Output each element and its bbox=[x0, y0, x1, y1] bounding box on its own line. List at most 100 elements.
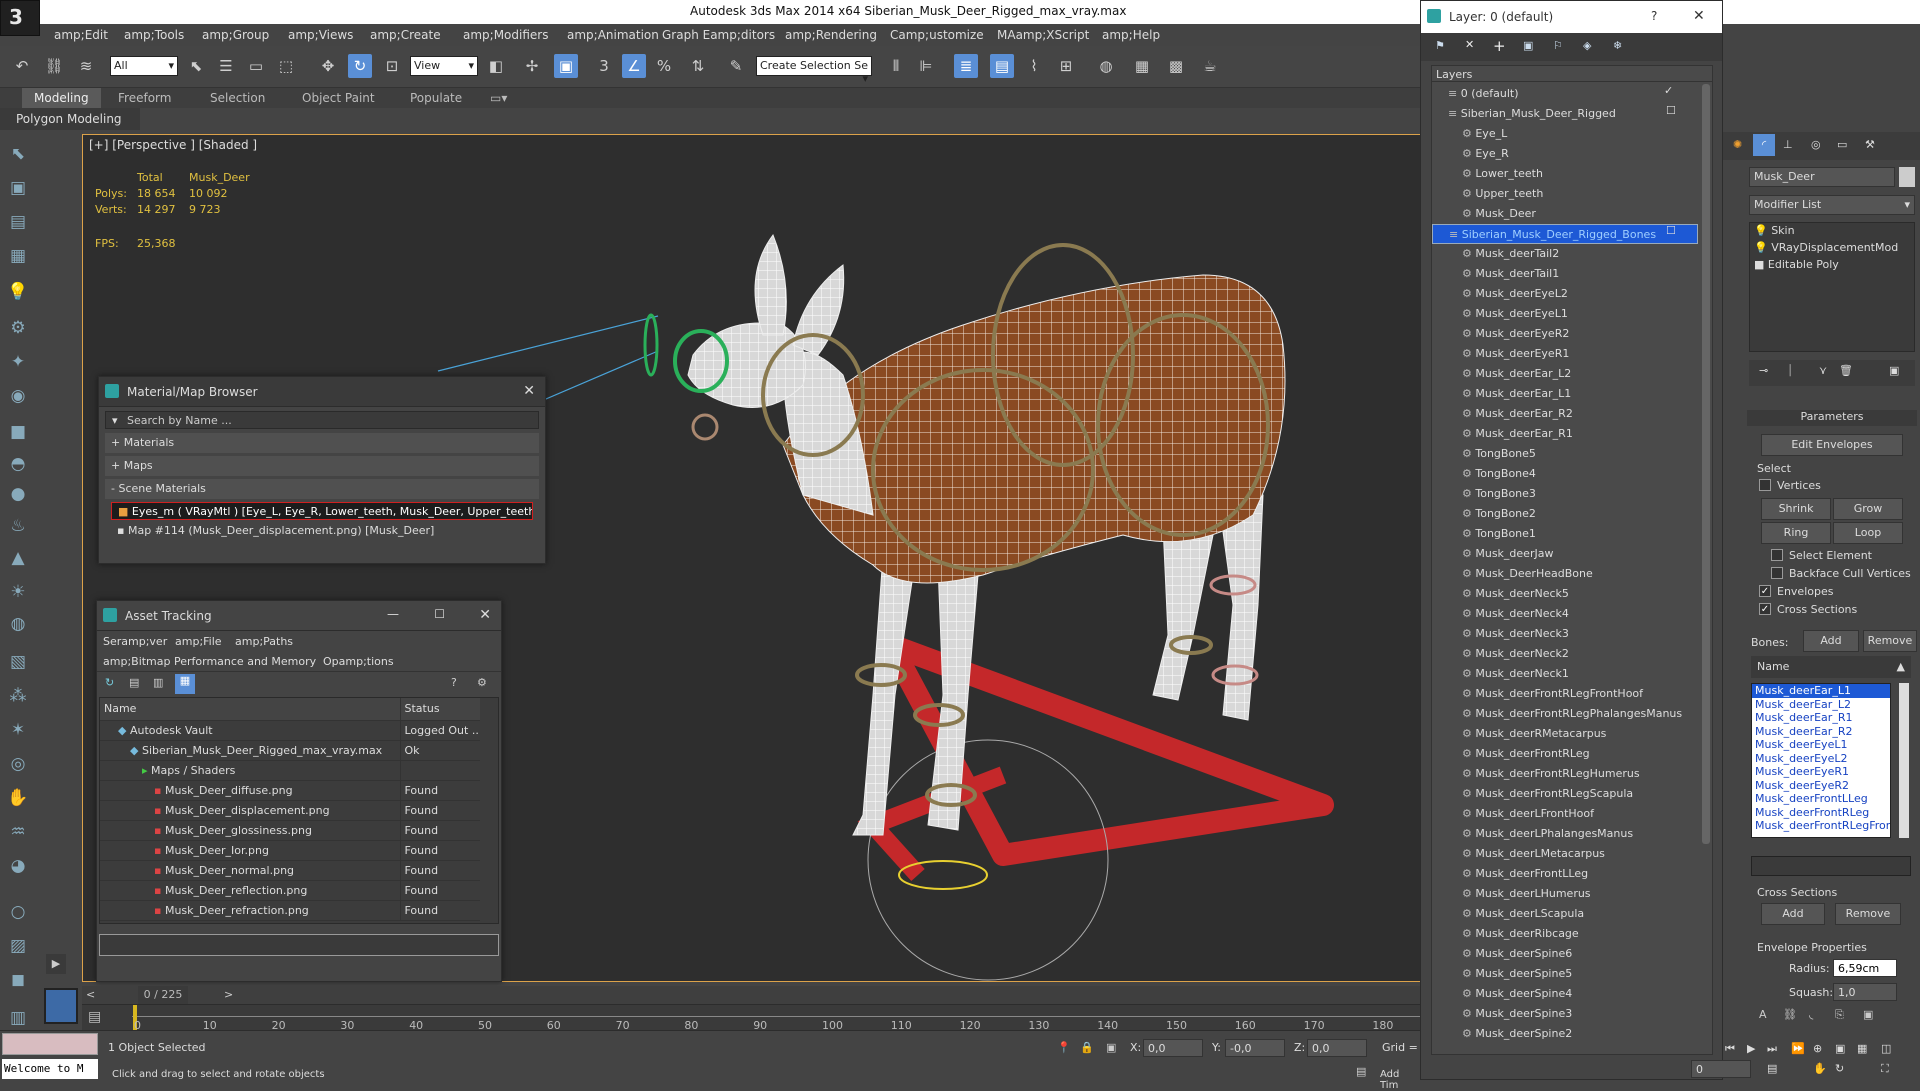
record-tool-icon[interactable]: ◉ bbox=[6, 384, 30, 408]
polygon-modeling-panel[interactable]: Polygon Modeling bbox=[0, 108, 140, 130]
settings-icon[interactable]: ⚙ bbox=[477, 676, 487, 689]
menu-maxscript[interactable]: MAamp;XScript bbox=[997, 28, 1089, 42]
refresh-icon[interactable]: ↻ bbox=[105, 676, 114, 689]
freeze-all-icon[interactable]: ❄ bbox=[1613, 39, 1622, 52]
y-coordinate-field[interactable]: -0,0 bbox=[1225, 1039, 1285, 1057]
rendered-frame-icon[interactable]: ▩ bbox=[1164, 54, 1188, 78]
modifier-list-dropdown[interactable]: Modifier List ▾ bbox=[1749, 195, 1915, 215]
track-bar[interactable]: ▤ 0 10 20 30 40 50 60 70 80 90 100 110 120 130 140 150 1… bbox=[82, 1004, 1428, 1032]
layer-item[interactable]: ⚙ Musk_deerRibcage bbox=[1432, 924, 1698, 944]
bone-filter-field[interactable] bbox=[1751, 856, 1911, 876]
material-search-field[interactable]: ▾ Search by Name ... bbox=[105, 411, 539, 429]
vertices-checkbox[interactable] bbox=[1759, 479, 1771, 491]
tool-b-icon[interactable]: ◼ bbox=[6, 968, 30, 992]
scene-materials-group[interactable]: - Scene Materials bbox=[105, 479, 539, 499]
ref-coord-system[interactable]: View ▾ bbox=[410, 56, 478, 76]
hide-all-icon[interactable]: ◈ bbox=[1583, 39, 1591, 52]
layer-item[interactable]: ⚙ Musk_deerTail2 bbox=[1432, 244, 1698, 264]
table-row[interactable]: ▸ Maps / Shaders bbox=[100, 760, 480, 780]
layer-item[interactable]: ⚙ Musk_deerLMetacarpus bbox=[1432, 844, 1698, 864]
layer-item[interactable]: ≡ 0 (default) bbox=[1432, 84, 1698, 104]
object-color-swatch[interactable] bbox=[1899, 167, 1915, 187]
bone-list-item[interactable]: Musk_deerEar_L2 bbox=[1752, 698, 1890, 712]
play-icon[interactable]: ▶ bbox=[46, 954, 66, 974]
table-row[interactable]: ▪ Musk_Deer_normal.png Found bbox=[100, 860, 480, 880]
render-icon[interactable]: ☕ bbox=[1198, 54, 1222, 78]
table-view-icon[interactable]: ▦ bbox=[175, 674, 195, 694]
scene-material-item-map[interactable]: ▪ Map #114 (Musk_Deer_displacement.png) … bbox=[111, 522, 533, 540]
current-layer-check-icon[interactable]: ✓ bbox=[1664, 84, 1673, 97]
menu-help[interactable]: amp;Help bbox=[1102, 28, 1160, 42]
paste-icon[interactable]: ▣ bbox=[1863, 1008, 1873, 1021]
stack-item-editable-poly[interactable]: ■ Editable Poly bbox=[1750, 257, 1914, 274]
keyboard-shortcut-icon[interactable]: ▣ bbox=[554, 54, 578, 78]
layer-item[interactable]: ⚙ Musk_deerFrontRLegFrontHoof bbox=[1432, 684, 1698, 704]
layer-item[interactable]: ⚙ Musk_deerSpine2 bbox=[1432, 1024, 1698, 1044]
squash-spinner[interactable]: 1,0 bbox=[1833, 983, 1897, 1001]
bone-list-item[interactable]: Musk_deerEyeL2 bbox=[1752, 752, 1890, 766]
grow-button[interactable]: Grow bbox=[1833, 498, 1903, 520]
maximize-viewport-icon[interactable]: ⛶ bbox=[1881, 1062, 1889, 1076]
layer-move-icon[interactable]: ⚑ bbox=[1435, 39, 1445, 52]
tab-populate[interactable]: Populate bbox=[410, 91, 462, 105]
tab-object-paint[interactable]: Object Paint bbox=[302, 91, 375, 105]
undo-icon[interactable]: ↶ bbox=[10, 54, 34, 78]
hand-tool-icon[interactable]: ✋ bbox=[6, 786, 30, 810]
angle-snap-icon[interactable]: ∠ bbox=[622, 54, 646, 78]
menu-file[interactable]: amp;File bbox=[175, 635, 222, 648]
layer-item[interactable]: ⚙ TongBone3 bbox=[1432, 484, 1698, 504]
materials-group[interactable]: + Materials bbox=[105, 433, 539, 453]
tab-freeform[interactable]: Freeform bbox=[118, 91, 171, 105]
current-frame-field[interactable]: 0 bbox=[1691, 1060, 1751, 1078]
fracture-tool-icon[interactable]: ✶ bbox=[6, 718, 30, 742]
deer-ear-left[interactable] bbox=[754, 233, 787, 336]
layer-item[interactable]: ⚙ Musk_deerEyeR2 bbox=[1432, 324, 1698, 344]
layer-item[interactable]: ⚙ Musk_deerEyeL2 bbox=[1432, 284, 1698, 304]
time-slider-box[interactable] bbox=[44, 988, 78, 1024]
menu-create[interactable]: amp;Create bbox=[370, 28, 441, 42]
shrink-button[interactable]: Shrink bbox=[1761, 498, 1831, 520]
layer-item[interactable]: ⚙ TongBone2 bbox=[1432, 504, 1698, 524]
percent-snap-icon[interactable]: % bbox=[652, 54, 676, 78]
table-row[interactable]: ▪ Musk_Deer_Ior.png Found bbox=[100, 840, 480, 860]
time-tag-icon[interactable]: ▤ bbox=[1356, 1065, 1366, 1078]
tab-modeling[interactable]: Modeling bbox=[22, 88, 101, 108]
layer-item[interactable]: ⚙ Musk_deerFrontRLegPhalangesManus bbox=[1432, 704, 1698, 724]
edit-named-sel-icon[interactable]: ✎ bbox=[724, 54, 748, 78]
hatch-tool-icon[interactable]: ▧ bbox=[6, 650, 30, 674]
close-icon[interactable]: ✕ bbox=[1693, 8, 1705, 24]
utilities-tab-icon[interactable]: ⚒ bbox=[1865, 138, 1875, 151]
menu-animation[interactable]: amp;Animation bbox=[567, 28, 659, 42]
modify-tab-icon[interactable]: ◜ bbox=[1753, 134, 1775, 156]
copy-icon[interactable]: ⎘ bbox=[1835, 1008, 1844, 1022]
maps-group[interactable]: + Maps bbox=[105, 456, 539, 476]
snap-toggle-icon[interactable]: 3 bbox=[592, 54, 616, 78]
globe-tool-icon[interactable]: ◎ bbox=[6, 752, 30, 776]
pivot-icon[interactable]: ◧ bbox=[484, 54, 508, 78]
bone-list-item[interactable]: Musk_deerEyeR2 bbox=[1752, 779, 1890, 793]
camera-tool-icon[interactable]: ⚙ bbox=[6, 316, 30, 340]
tool-c-icon[interactable]: ▥ bbox=[6, 1006, 30, 1030]
parameters-rollout[interactable]: Parameters bbox=[1747, 410, 1917, 426]
jaw-control[interactable] bbox=[691, 413, 719, 441]
next-key-icon[interactable]: ⏭ bbox=[1767, 1042, 1777, 1056]
layer-item[interactable]: ⚙ Musk_deerEar_R1 bbox=[1432, 424, 1698, 444]
remove-modifier-icon[interactable]: 🗑 bbox=[1839, 364, 1853, 377]
x-coordinate-field[interactable]: 0,0 bbox=[1143, 1039, 1203, 1057]
remove-cross-section-button[interactable]: Remove bbox=[1835, 903, 1901, 925]
render-setup-icon[interactable]: ▦ bbox=[1130, 54, 1154, 78]
viewport-tool-icon[interactable]: ▣ bbox=[6, 176, 30, 200]
table-row[interactable]: ▪ Musk_Deer_displacement.png Found bbox=[100, 800, 480, 820]
named-selection-set[interactable]: Create Selection Se ▾ bbox=[756, 56, 872, 85]
window-crossing-icon[interactable]: ⬚ bbox=[274, 54, 298, 78]
layer-item[interactable]: ⚙ Musk_deerEar_L2 bbox=[1432, 364, 1698, 384]
column-status[interactable]: Status bbox=[400, 698, 480, 720]
delete-layer-icon[interactable]: ✕ bbox=[1465, 38, 1474, 51]
detail-view-icon[interactable]: ▥ bbox=[153, 676, 163, 689]
layer-item[interactable]: ⚙ Musk_deerLPhalangesManus bbox=[1432, 824, 1698, 844]
menu-edit[interactable]: amp;Edit bbox=[54, 28, 108, 42]
curve-editor-icon[interactable]: ⌇ bbox=[1022, 54, 1046, 78]
list-view-icon[interactable]: ▤ bbox=[129, 676, 139, 689]
menu-rendering[interactable]: amp;Rendering bbox=[785, 28, 877, 42]
menu-views[interactable]: amp;Views bbox=[288, 28, 353, 42]
